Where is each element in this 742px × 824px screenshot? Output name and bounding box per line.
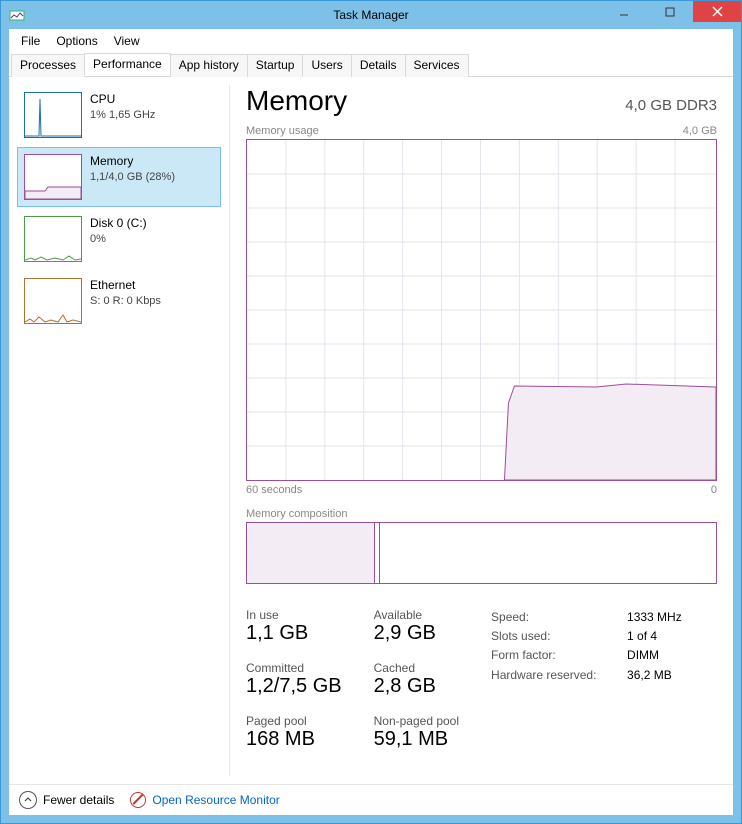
tab-services[interactable]: Services (405, 54, 469, 77)
open-resource-monitor-link[interactable]: Open Resource Monitor (130, 792, 279, 808)
chevron-up-icon (19, 791, 37, 809)
kv-key: Slots used: (491, 627, 609, 646)
composition-free (380, 523, 716, 583)
sidebar-item-label: Disk 0 (C:) (90, 216, 147, 232)
task-manager-window: Task Manager File Options View Processes… (0, 0, 742, 824)
menubar: File Options View (9, 29, 733, 53)
stat-label: In use (246, 608, 342, 622)
sidebar-item-label: Memory (90, 154, 175, 170)
titlebar[interactable]: Task Manager (1, 1, 741, 29)
tab-users[interactable]: Users (302, 54, 351, 77)
x-axis-left: 60 seconds (246, 484, 302, 496)
tab-processes[interactable]: Processes (11, 54, 85, 77)
app-icon (9, 7, 25, 23)
sidebar-item-cpu[interactable]: CPU 1% 1,65 GHz (17, 85, 221, 145)
memory-composition-bar[interactable] (246, 522, 717, 584)
sidebar-item-memory[interactable]: Memory 1,1/4,0 GB (28%) (17, 147, 221, 207)
content-area: CPU 1% 1,65 GHz Memory 1,1/4,0 GB (28%) (9, 77, 733, 784)
kv-value-form: DIMM (627, 646, 659, 665)
stat-value-available: 2,9 GB (374, 622, 459, 645)
sidebar-item-label: Ethernet (90, 278, 161, 294)
menu-file[interactable]: File (13, 32, 48, 50)
resource-monitor-label[interactable]: Open Resource Monitor (152, 793, 279, 807)
tab-startup[interactable]: Startup (247, 54, 304, 77)
sidebar-item-sub: S: 0 R: 0 Kbps (90, 294, 161, 308)
tab-details[interactable]: Details (351, 54, 406, 77)
composition-in-use (247, 523, 375, 583)
ethernet-sparkline-icon (24, 278, 82, 324)
tab-strip: Processes Performance App history Startu… (9, 53, 733, 77)
sidebar-item-sub: 1% 1,65 GHz (90, 108, 155, 122)
cpu-sparkline-icon (24, 92, 82, 138)
kv-value-hw: 36,2 MB (627, 666, 672, 685)
client-area: File Options View Processes Performance … (9, 29, 733, 815)
memory-usage-chart[interactable] (246, 139, 717, 481)
stat-label: Non-paged pool (374, 714, 459, 728)
close-button[interactable] (693, 1, 741, 22)
usage-label: Memory usage (246, 125, 319, 137)
minimize-button[interactable] (601, 1, 647, 22)
tab-app-history[interactable]: App history (170, 54, 248, 77)
menu-options[interactable]: Options (48, 32, 105, 50)
stat-label: Committed (246, 661, 342, 675)
sidebar-item-disk[interactable]: Disk 0 (C:) 0% (17, 209, 221, 269)
memory-sparkline-icon (24, 154, 82, 200)
stat-value-nonpaged: 59,1 MB (374, 728, 459, 751)
stat-value-cached: 2,8 GB (374, 675, 459, 698)
x-axis-right: 0 (711, 484, 717, 496)
kv-value-slots: 1 of 4 (627, 627, 657, 646)
page-title: Memory (246, 85, 347, 117)
footer: Fewer details Open Resource Monitor (9, 784, 733, 815)
resource-sidebar: CPU 1% 1,65 GHz Memory 1,1/4,0 GB (28%) (9, 77, 229, 784)
fewer-details-label: Fewer details (43, 793, 114, 807)
kv-value-speed: 1333 MHz (627, 608, 682, 627)
kv-key: Hardware reserved: (491, 666, 609, 685)
main-panel: Memory 4,0 GB DDR3 Memory usage 4,0 GB (230, 77, 733, 784)
stat-label: Available (374, 608, 459, 622)
composition-label: Memory composition (246, 508, 347, 520)
usage-max-label: 4,0 GB (683, 125, 717, 137)
stat-label: Cached (374, 661, 459, 675)
fewer-details-button[interactable]: Fewer details (19, 791, 114, 809)
sidebar-item-sub: 1,1/4,0 GB (28%) (90, 170, 175, 184)
stat-value-committed: 1,2/7,5 GB (246, 675, 342, 698)
kv-key: Speed: (491, 608, 609, 627)
sidebar-item-sub: 0% (90, 232, 147, 246)
sidebar-item-label: CPU (90, 92, 155, 108)
tab-performance[interactable]: Performance (84, 53, 171, 76)
stat-value-in-use: 1,1 GB (246, 622, 342, 645)
menu-view[interactable]: View (106, 32, 148, 50)
window-buttons (601, 1, 741, 22)
stat-label: Paged pool (246, 714, 342, 728)
kv-key: Form factor: (491, 646, 609, 665)
memory-details: Speed: 1333 MHz Slots used: 1 of 4 Form fa… (491, 608, 682, 751)
stat-value-paged: 168 MB (246, 728, 342, 751)
sidebar-item-ethernet[interactable]: Ethernet S: 0 R: 0 Kbps (17, 271, 221, 331)
disk-sparkline-icon (24, 216, 82, 262)
resource-monitor-icon (130, 792, 146, 808)
memory-total: 4,0 GB DDR3 (625, 97, 717, 114)
maximize-button[interactable] (647, 1, 693, 22)
